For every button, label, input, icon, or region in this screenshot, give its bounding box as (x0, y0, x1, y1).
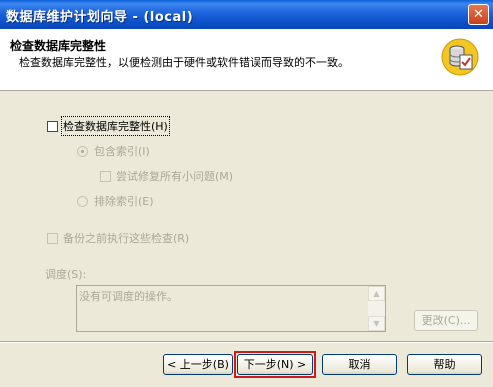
wizard-body: 检查数据库完整性(H) 包含索引(I) 尝试修复所有小问题(M) 排除索引(E)… (0, 90, 493, 340)
attempt-repair-option: 尝试修复所有小问题(M) (100, 168, 233, 184)
footer-separator (0, 341, 493, 343)
check-before-backup-option: 备份之前执行这些检查(R) (47, 230, 189, 246)
schedule-label-row: 调度(S): (45, 266, 86, 282)
page-subtitle: 检查数据库完整性，以便检测由于硬件或软件错误而导致的不一致。 (19, 56, 349, 69)
check-before-backup-checkbox (47, 232, 58, 244)
page-title: 检查数据库完整性 (10, 39, 107, 53)
check-integrity-option[interactable]: 检查数据库完整性(H) (47, 116, 170, 136)
exclude-indexes-label: 排除索引(E) (94, 195, 154, 208)
wizard-header: 检查数据库完整性 检查数据库完整性，以便检测由于硬件或软件错误而导致的不一致。 (0, 29, 493, 91)
schedule-scrollbar: ▲ ▼ (368, 286, 385, 331)
attempt-repair-checkbox (100, 170, 111, 182)
check-before-backup-label: 备份之前执行这些检查(R) (63, 232, 190, 245)
attempt-repair-label: 尝试修复所有小问题(M) (116, 170, 234, 183)
back-button[interactable]: < 上一步(B) (163, 354, 233, 375)
schedule-label: 调度(S): (45, 268, 87, 281)
exclude-indexes-radio (77, 195, 88, 207)
close-button[interactable]: ✕ (468, 4, 489, 25)
cancel-button[interactable]: 取消 (322, 354, 397, 375)
close-icon: ✕ (473, 7, 484, 22)
exclude-indexes-option: 排除索引(E) (77, 193, 154, 209)
scroll-up-icon: ▲ (368, 286, 385, 301)
scroll-down-icon: ▼ (368, 316, 385, 331)
include-indexes-option: 包含索引(I) (77, 143, 150, 159)
window-title: 数据库维护计划向导 - (local) (6, 10, 194, 25)
title-bar[interactable]: 数据库维护计划向导 - (local) ✕ (0, 0, 493, 29)
help-button[interactable]: 帮助 (407, 354, 482, 375)
check-integrity-checkbox[interactable] (47, 120, 58, 132)
include-indexes-radio (77, 145, 88, 157)
include-indexes-label: 包含索引(I) (94, 145, 150, 158)
schedule-text: 没有可调度的操作。 (79, 290, 178, 303)
highlight-box (234, 351, 316, 378)
database-check-icon (441, 38, 479, 76)
check-integrity-label[interactable]: 检查数据库完整性(H) (61, 116, 170, 136)
wizard-window: 数据库维护计划向导 - (local) ✕ 检查数据库完整性 检查数据库完整性，… (0, 0, 493, 387)
schedule-textbox: 没有可调度的操作。 ▲ ▼ (76, 285, 386, 332)
change-schedule-button: 更改(C)... (414, 310, 478, 331)
